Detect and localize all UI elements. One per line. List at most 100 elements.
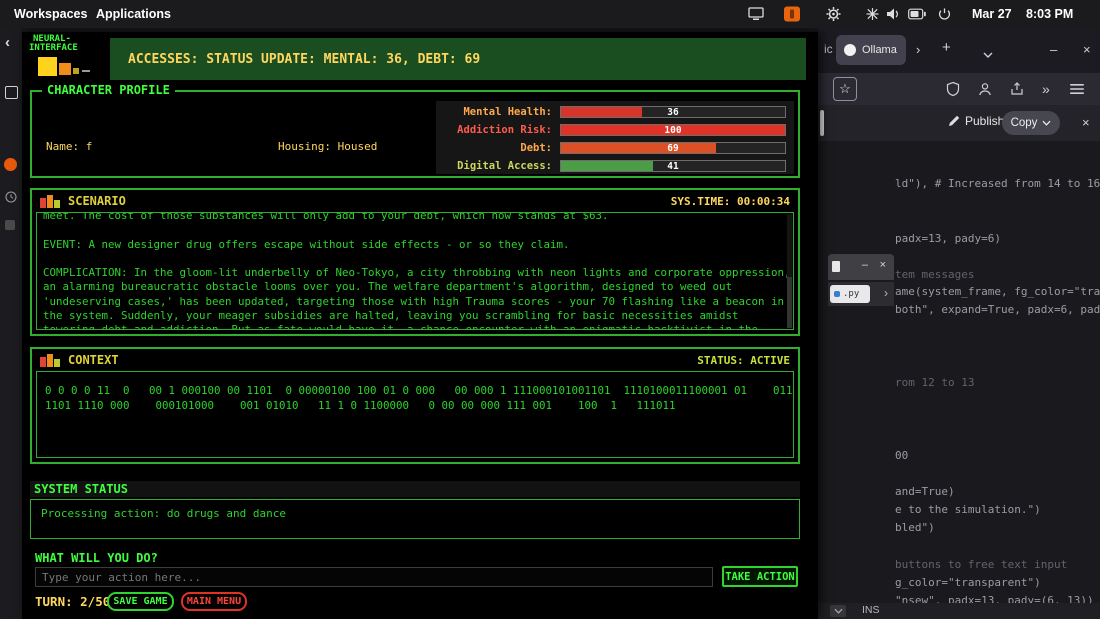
profile-stats: Mental Health: 36 Addiction Risk: 100 De… [436,101,794,174]
share-icon[interactable] [1010,82,1024,96]
save-game-button[interactable]: SAVE GAME [107,592,174,611]
window-edge-highlight [820,110,824,136]
bookmark-star-button[interactable]: ☆ [833,77,857,101]
context-textbox[interactable]: 0 0 0 0 11 0 00 1 000100 00 1101 0 00000… [36,371,794,458]
tab-label: Ollama [862,44,897,56]
bars-icon [40,354,60,367]
tab-scroll-right-icon[interactable]: › [884,286,888,300]
field-housing: Housing: Housed [278,139,377,155]
overflow-menu-icon[interactable]: » [1042,81,1050,97]
action-prompt: WHAT WILL YOU DO? [35,551,158,565]
workspaces-menu[interactable]: Workspaces [14,0,87,28]
code-line: e to the simulation.") [895,503,1041,516]
stat-label: Addiction Risk: [436,124,552,136]
minimize-icon[interactable]: – [862,259,868,271]
minimize-icon[interactable]: – [1050,40,1057,60]
close-icon[interactable]: × [1083,40,1091,60]
desktop: Workspaces Applications Mar 27 8:03 PM ‹ [0,0,1100,619]
game-logo: NEURAL- INTERFACE [29,35,78,53]
code-line: ame(system_frame, fg_color="trans [895,285,1100,298]
scrollbar[interactable] [787,214,792,328]
publish-button[interactable]: Publish [948,114,1004,128]
clock-date[interactable]: Mar 27 [972,0,1012,28]
chevron-down-icon [1042,120,1051,126]
stat-bar: 100 [560,124,786,136]
tab-ollama[interactable]: Ollama [836,35,906,65]
profile-title: CHARACTER PROFILE [42,83,175,97]
status-chevron-button[interactable] [830,605,846,617]
file-tab[interactable]: .py [830,285,870,303]
action-input[interactable] [35,567,713,587]
stat-label: Debt: [436,142,552,154]
insert-mode-indicator[interactable]: INS [862,604,880,616]
snowflake-icon[interactable] [866,8,879,21]
file-icon [834,291,840,297]
context-status: STATUS: ACTIVE [697,354,790,367]
volume-icon[interactable] [886,8,901,21]
close-panel-icon[interactable]: × [1082,115,1090,130]
system-status-message: Processing action: do drugs and dance [41,507,799,520]
main-menu-button[interactable]: MAIN MENU [181,592,247,611]
window-icon[interactable] [5,86,18,99]
close-icon[interactable]: × [880,259,886,271]
stat-value: 41 [561,161,785,171]
tab-scroll-icon[interactable]: › [916,40,920,60]
logo-block-olive [73,68,79,74]
orange-app-icon[interactable] [4,158,17,171]
applications-menu[interactable]: Applications [96,0,171,28]
gear-icon[interactable] [826,7,841,22]
neural-interface-game-window: NEURAL- INTERFACE ACCESSES: STATUS UPDAT… [22,32,818,619]
chevron-left-icon[interactable]: ‹ [5,34,10,51]
context-panel: CONTEXT STATUS: ACTIVE 0 0 0 0 11 0 00 1… [30,347,800,464]
context-title: CONTEXT [68,353,119,367]
left-dock: ‹ [0,28,22,619]
power-icon[interactable] [938,8,951,21]
page-toolbar: Publish Copy × [818,105,1100,141]
code-line: 00 [895,449,908,462]
character-profile-panel: CHARACTER PROFILE Name: f Background: Fo… [30,90,800,178]
code-line: g_color="transparent") [895,576,1041,589]
display-icon[interactable] [748,7,764,21]
stat-bar: 41 [560,160,786,172]
code-line: "nsew", padx=13, pady=(6, 13)) [895,594,1094,603]
clock-time[interactable]: 8:03 PM [1026,0,1073,28]
system-top-bar: Workspaces Applications Mar 27 8:03 PM [0,0,1100,28]
code-line: ld"), # Increased from 14 to 16 [895,177,1100,190]
floating-panel[interactable]: – × [828,254,894,280]
status-banner: ACCESSES: STATUS UPDATE: MENTAL: 36, DEB… [110,38,806,80]
stat-digital-access: Digital Access: 41 [436,159,794,173]
list-tabs-icon[interactable] [983,44,993,64]
notification-badge-icon[interactable] [784,7,800,22]
scenario-textbox[interactable]: meet. The cost of those substances will … [36,212,794,330]
stat-value: 36 [561,107,785,117]
battery-icon[interactable] [908,9,926,20]
stat-label: Mental Health: [436,106,552,118]
hamburger-menu-icon[interactable] [1070,83,1084,95]
clock-icon[interactable] [5,190,17,208]
new-tab-button[interactable]: + [942,38,951,58]
shield-icon[interactable] [946,82,960,97]
partial-tab-label[interactable]: ic [824,42,833,56]
copy-button[interactable]: Copy [1002,111,1060,135]
stat-addiction-risk: Addiction Risk: 100 [436,123,794,137]
app-icon[interactable] [5,220,15,230]
browser-nav-bar: ☆ » [818,73,1100,105]
context-line: 1101 1110 000 000101000 001 01010 11 1 0… [45,399,793,414]
take-action-button[interactable]: TAKE ACTION [722,566,798,587]
editor-tab-strip: .py › [828,282,894,306]
stat-bar: 69 [560,142,786,154]
scrollbar-thumb[interactable] [787,277,792,328]
system-status-box: Processing action: do drugs and dance [30,499,800,539]
file-tab-label: .py [843,289,859,299]
ollama-favicon [844,44,856,56]
turn-counter: TURN: 2/50 [35,594,110,609]
logo-line2: INTERFACE [29,44,78,53]
stat-label: Digital Access: [436,160,552,172]
account-icon[interactable] [978,82,992,96]
code-line: padx=13, pady=6) [895,232,1001,245]
browser-tab-bar: ic Ollama › + – × [818,28,1100,73]
panel-icon [832,261,840,272]
stat-mental-health: Mental Health: 36 [436,105,794,119]
code-line: tem messages [895,268,974,281]
code-line: both", expand=True, padx=6, pady [895,303,1100,316]
